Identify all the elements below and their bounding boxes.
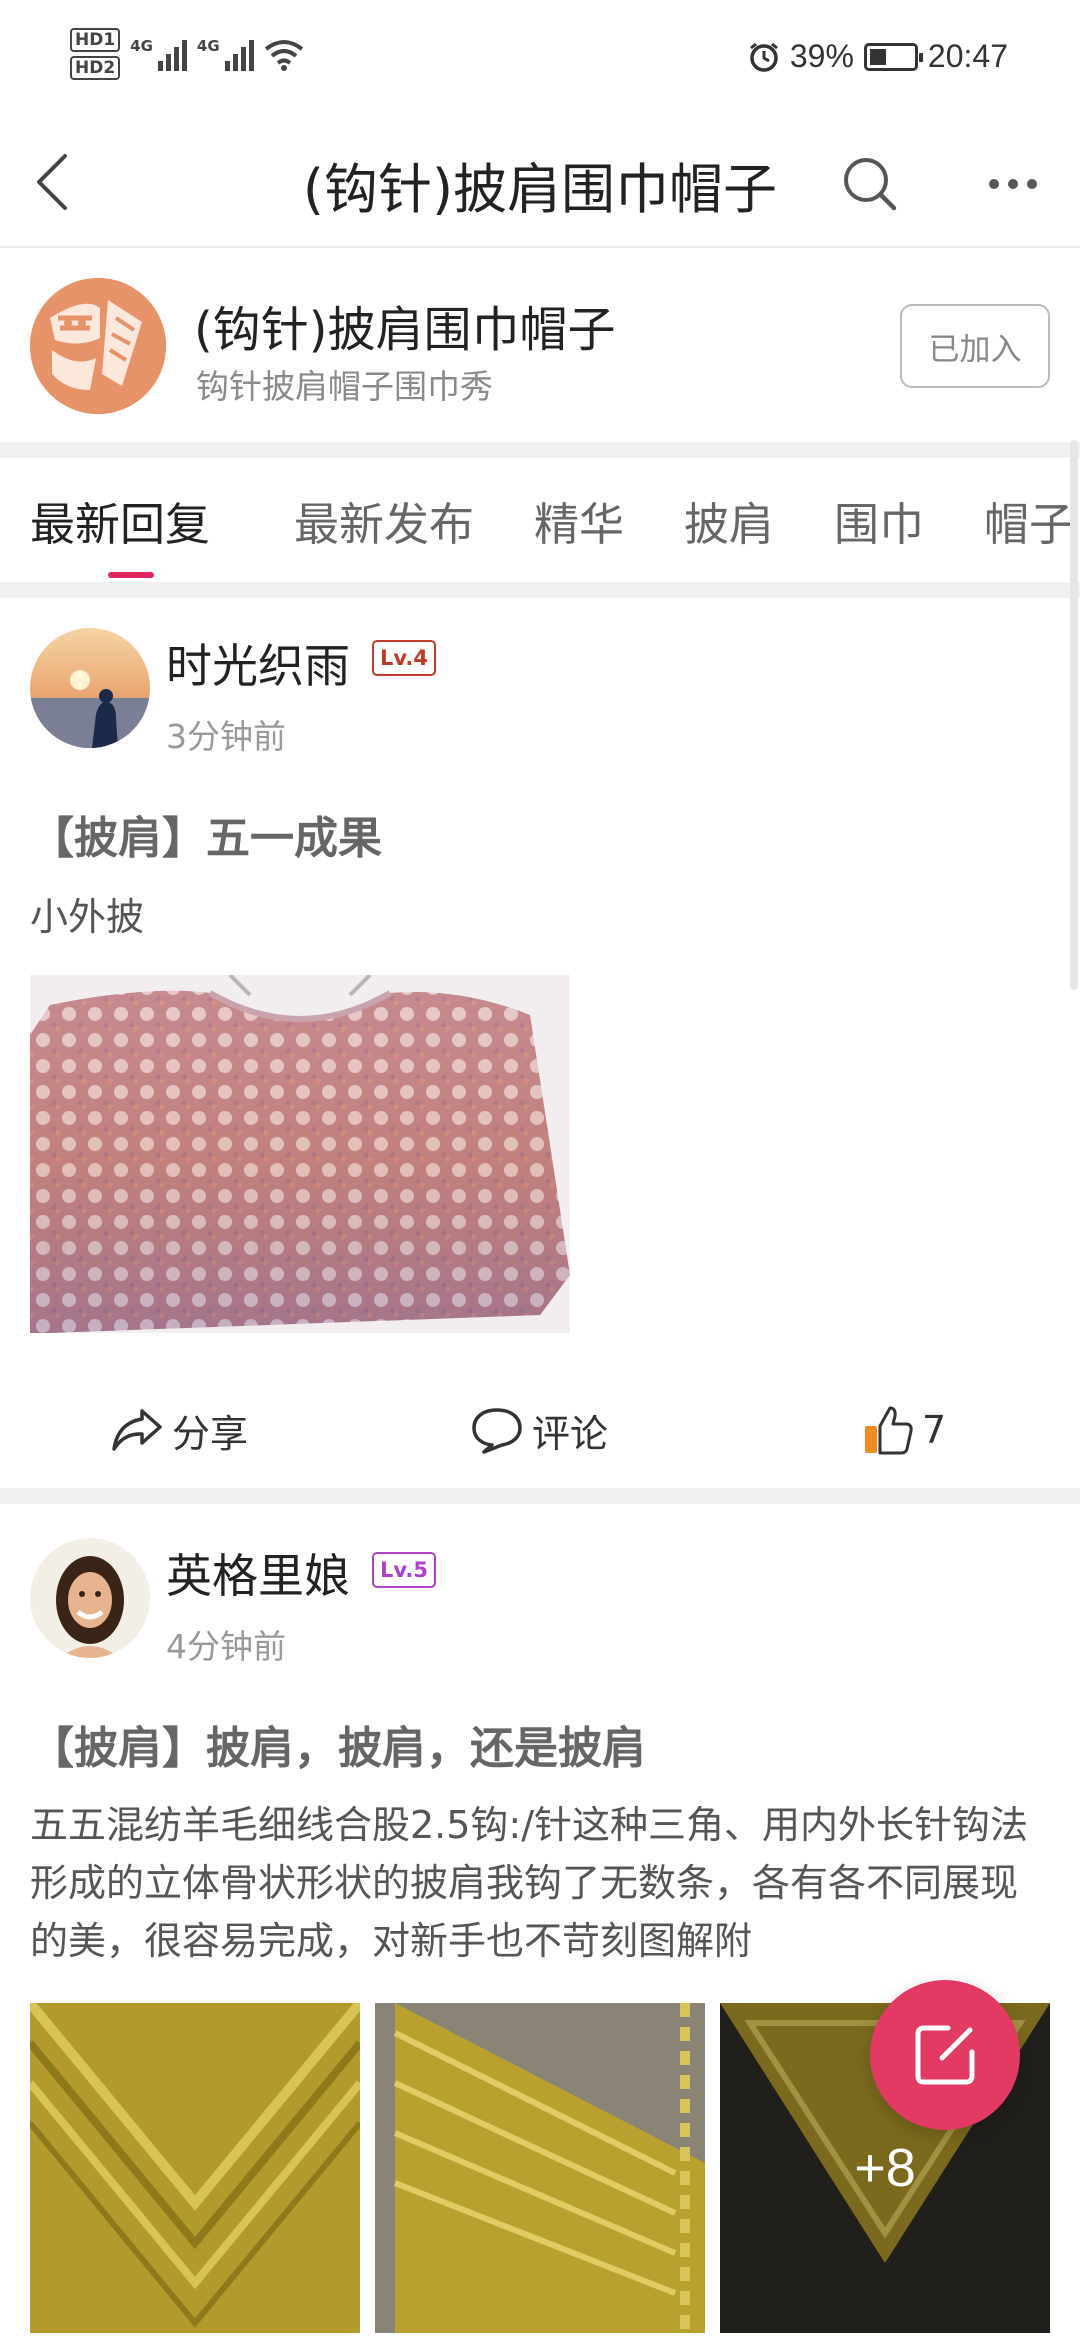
network-indicators: HD1 HD2 4G 4G — [70, 28, 304, 80]
tab-scarf[interactable]: 围巾 — [834, 488, 924, 553]
section-divider — [0, 582, 1080, 598]
post-title[interactable]: 【披肩】披肩，披肩，还是披肩 — [30, 1712, 646, 1776]
page-title: (钩针)披肩围巾帽子 — [302, 157, 778, 221]
post-author[interactable]: 英格里娘 — [166, 1540, 350, 1606]
post-title[interactable]: 【披肩】五一成果 — [30, 802, 382, 866]
post-time: 4分钟前 — [166, 1627, 286, 1666]
thumbs-up-icon — [865, 1406, 913, 1455]
avatar[interactable] — [30, 628, 150, 748]
tab-featured[interactable]: 精华 — [534, 488, 624, 553]
back-button[interactable] — [22, 142, 82, 222]
comment-button[interactable]: 评论 — [470, 1380, 608, 1480]
level-badge: Lv.4 — [372, 640, 436, 676]
post-image[interactable] — [30, 2003, 360, 2333]
post-author[interactable]: 时光织雨 — [166, 630, 350, 696]
comment-label: 评论 — [532, 1411, 609, 1456]
share-icon — [112, 1409, 162, 1451]
search-icon — [844, 158, 897, 211]
share-label: 分享 — [172, 1411, 249, 1456]
signal-icon: 4G — [197, 37, 254, 71]
signal-icon: 4G — [130, 37, 187, 71]
hd1-badge: HD1 — [70, 28, 121, 52]
nav-bar: (钩针)披肩围巾帽子 — [0, 120, 1080, 248]
post-image[interactable] — [375, 2003, 705, 2333]
battery-percent: 39% — [789, 38, 854, 74]
compose-button[interactable] — [870, 1980, 1020, 2130]
group-avatar[interactable] — [30, 278, 166, 414]
tab-hat[interactable]: 帽子 — [984, 488, 1074, 553]
comment-icon — [472, 1408, 522, 1454]
section-divider — [0, 1488, 1080, 1504]
post-body[interactable]: 五五混纺羊毛细线合股2.5钩:/针这种三角、用内外长针钩法形成的立体骨状形状的披… — [30, 1796, 1050, 1970]
back-icon — [37, 154, 67, 210]
more-button[interactable] — [968, 144, 1058, 224]
battery-icon — [863, 42, 923, 71]
group-description: 钩针披肩帽子围巾秀 — [196, 367, 493, 406]
wifi-icon — [264, 40, 303, 71]
system-indicators: 39% 20:47 — [748, 38, 1008, 75]
share-button[interactable]: 分享 — [110, 1380, 248, 1480]
active-tab-indicator — [108, 572, 154, 578]
post-time: 3分钟前 — [166, 717, 286, 756]
status-bar: HD1 HD2 4G 4G 39% 20:47 — [0, 0, 1080, 120]
more-icon — [989, 179, 999, 189]
post-body[interactable]: 小外披 — [30, 888, 1050, 946]
tab-shawl[interactable]: 披肩 — [684, 488, 774, 553]
scrollbar[interactable] — [1070, 440, 1078, 990]
alarm-icon — [749, 42, 778, 72]
post-image[interactable] — [30, 975, 570, 1333]
post-actions: 分享 评论 7 — [0, 1380, 1080, 1480]
tab-latest-reply[interactable]: 最新回复 — [30, 488, 210, 553]
group-name: (钩针)披肩围巾帽子 — [194, 302, 616, 358]
joined-button[interactable]: 已加入 — [900, 304, 1050, 388]
tab-bar: 最新回复 最新发布 精华 披肩 围巾 帽子 — [0, 458, 1080, 582]
clock: 20:47 — [927, 38, 1008, 74]
like-button[interactable]: 7 — [862, 1380, 946, 1480]
section-divider — [0, 442, 1080, 458]
group-header: (钩针)披肩围巾帽子 钩针披肩帽子围巾秀 已加入 — [0, 250, 1080, 442]
avatar[interactable] — [30, 1538, 150, 1658]
like-count: 7 — [922, 1408, 947, 1452]
tab-latest-post[interactable]: 最新发布 — [294, 488, 474, 553]
hd2-badge: HD2 — [70, 56, 121, 80]
search-button[interactable] — [830, 144, 910, 224]
group-logo-icon — [30, 278, 166, 414]
level-badge: Lv.5 — [372, 1552, 436, 1588]
edit-icon — [915, 2025, 975, 2085]
